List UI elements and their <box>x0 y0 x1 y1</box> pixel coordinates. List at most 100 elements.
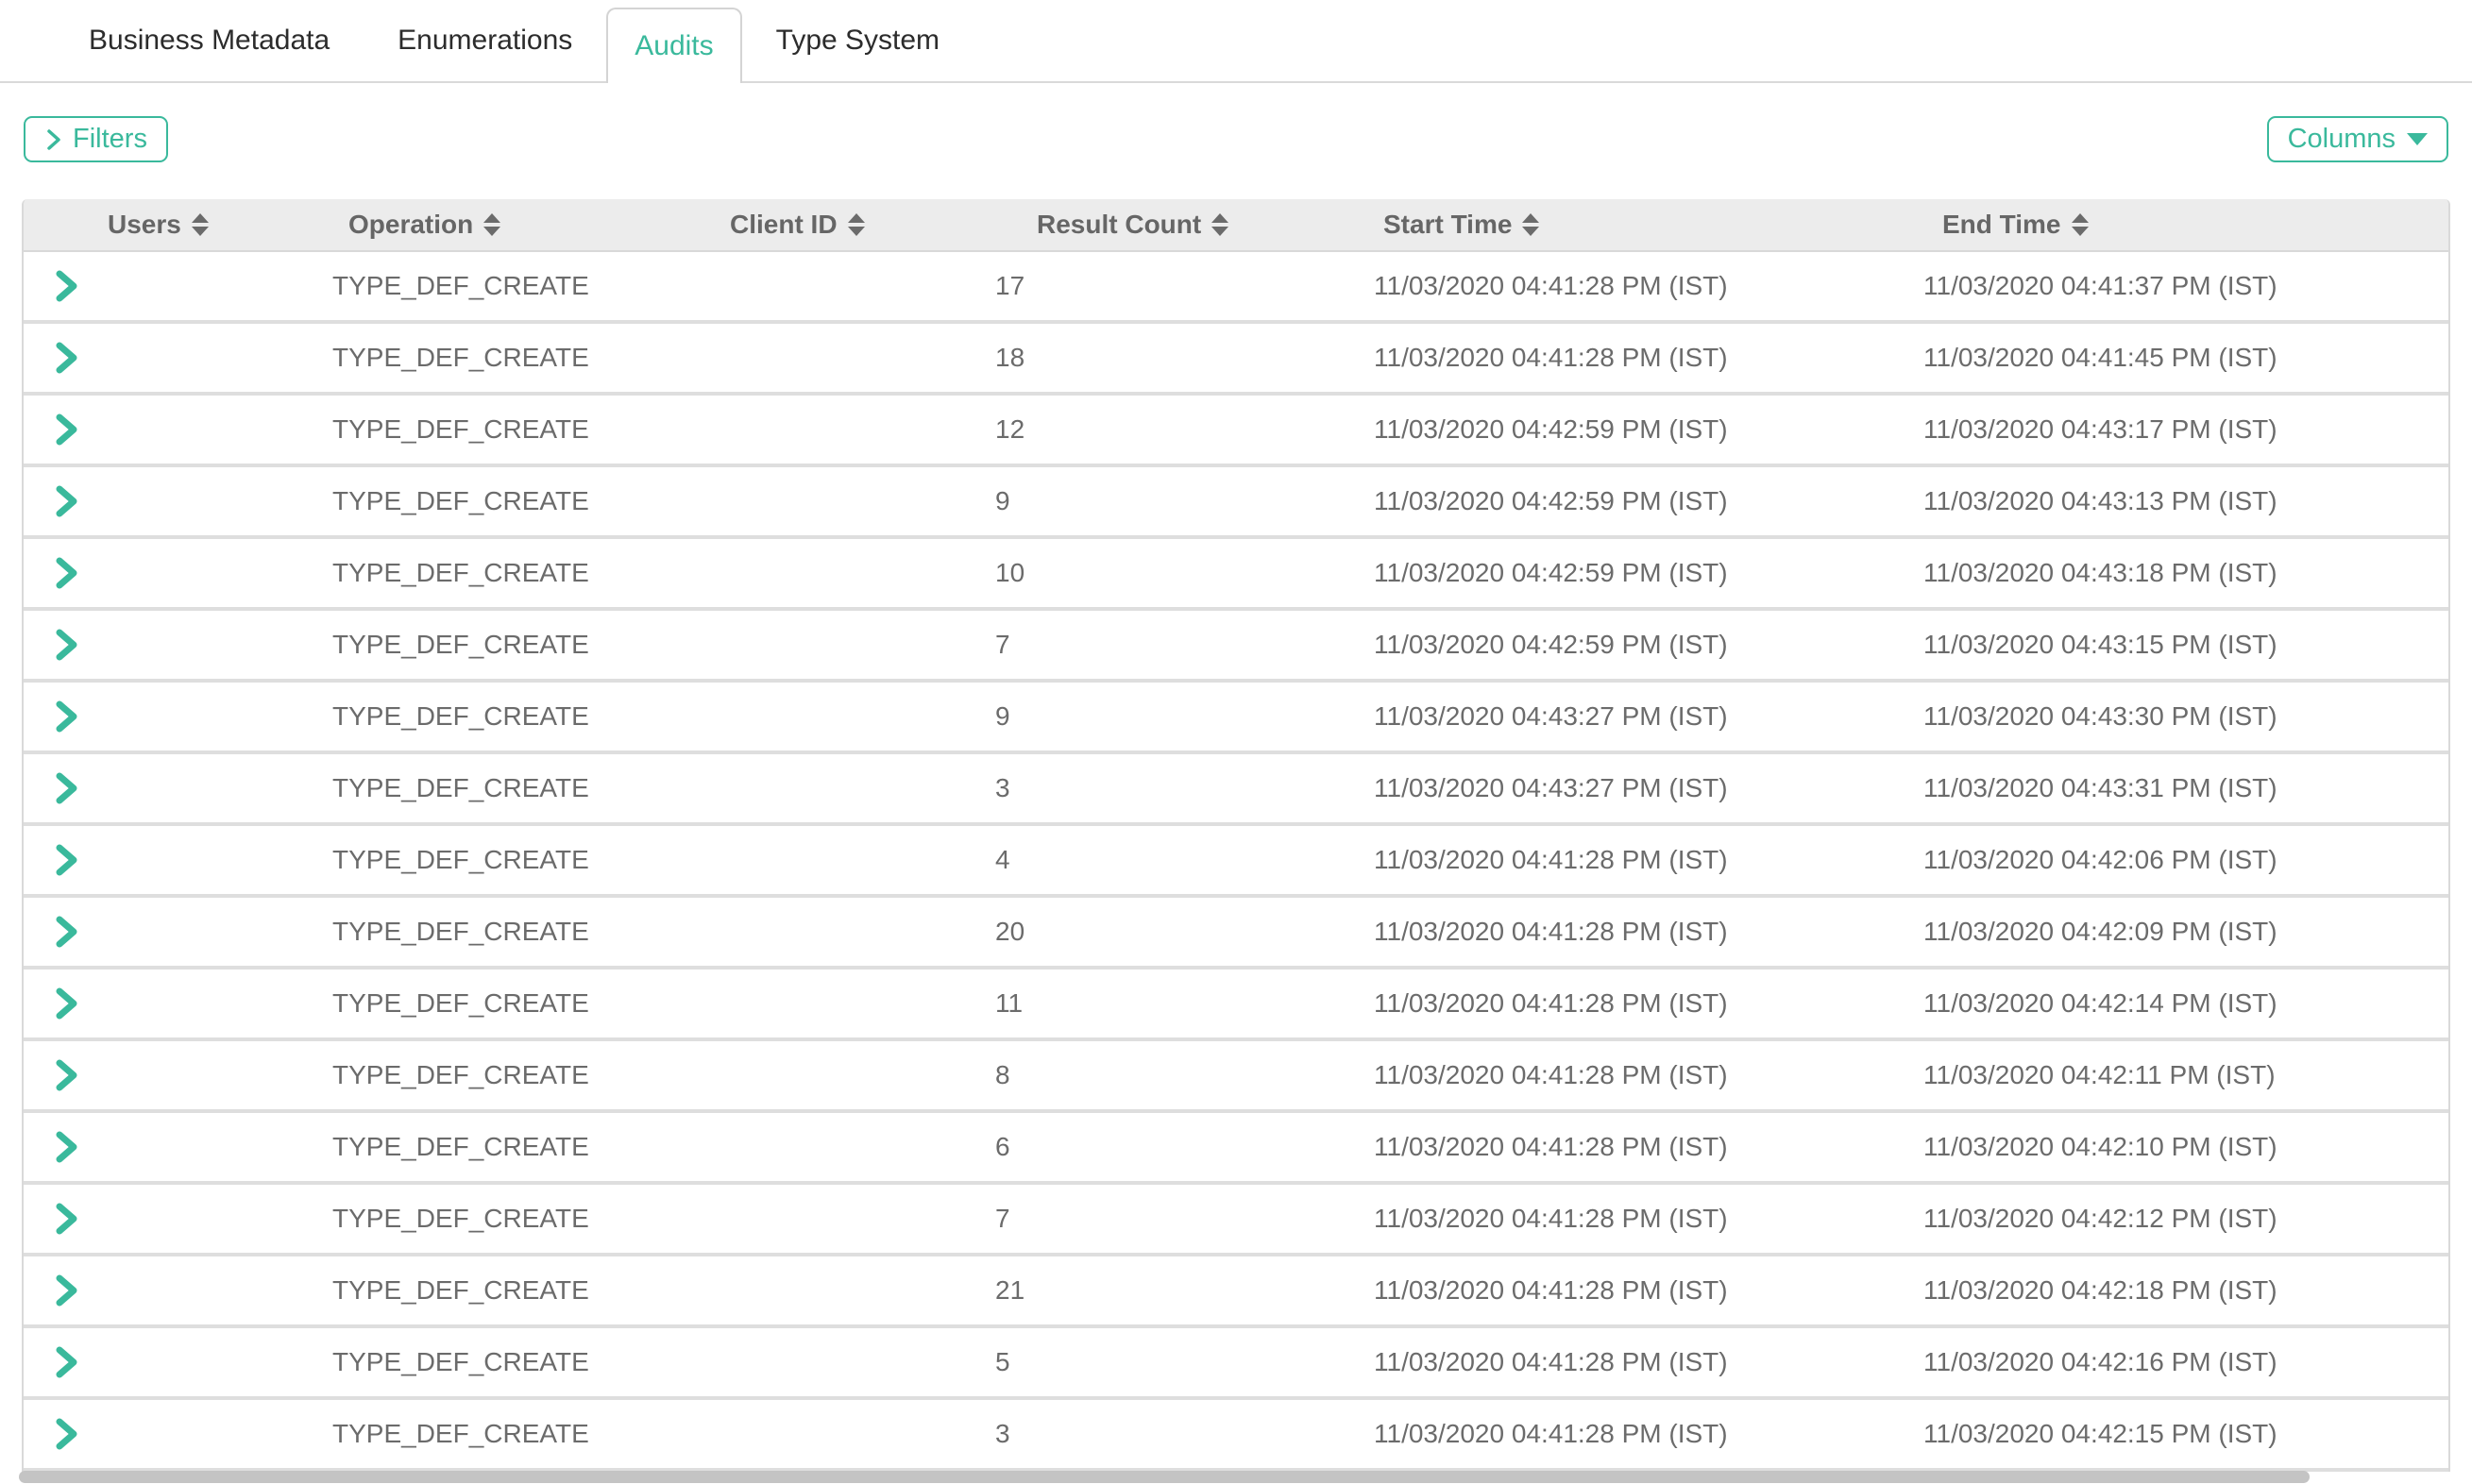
column-header-label: Users <box>108 210 181 240</box>
users-cell <box>24 754 313 822</box>
table-row: TYPE_DEF_CREATE 20 11/03/2020 04:41:28 P… <box>24 898 2448 970</box>
end-time-cell: 11/03/2020 04:42:16 PM (IST) <box>1905 1328 2448 1396</box>
users-cell <box>24 826 313 894</box>
horizontal-scrollbar-thumb[interactable] <box>19 1471 2310 1483</box>
expand-row-button[interactable] <box>52 913 80 951</box>
operation-cell: TYPE_DEF_CREATE <box>313 1400 663 1468</box>
operation-cell: TYPE_DEF_CREATE <box>313 396 663 464</box>
tab-business-metadata[interactable]: Business Metadata <box>55 0 364 81</box>
result-count-cell: 17 <box>974 252 1352 320</box>
client-id-cell <box>663 970 974 1037</box>
expand-row-button[interactable] <box>52 626 80 664</box>
operation-cell: TYPE_DEF_CREATE <box>313 324 663 392</box>
column-header-client-id[interactable]: Client ID <box>663 199 974 250</box>
end-time-cell: 11/03/2020 04:42:10 PM (IST) <box>1905 1113 2448 1181</box>
expand-row-button[interactable] <box>52 1128 80 1166</box>
end-time-cell: 11/03/2020 04:42:11 PM (IST) <box>1905 1041 2448 1109</box>
end-time-cell: 11/03/2020 04:42:14 PM (IST) <box>1905 970 2448 1037</box>
expand-row-button[interactable] <box>52 339 80 377</box>
operation-cell: TYPE_DEF_CREATE <box>313 898 663 966</box>
expand-row-button[interactable] <box>52 554 80 592</box>
end-time-cell: 11/03/2020 04:42:18 PM (IST) <box>1905 1256 2448 1324</box>
users-cell <box>24 539 313 607</box>
result-count-cell: 9 <box>974 467 1352 535</box>
client-id-cell <box>663 1185 974 1253</box>
client-id-cell <box>663 754 974 822</box>
expand-row-button[interactable] <box>52 267 80 305</box>
expand-row-button[interactable] <box>52 411 80 448</box>
caret-down-icon <box>2407 133 2428 145</box>
column-header-operation[interactable]: Operation <box>313 199 663 250</box>
column-header-users[interactable]: Users <box>24 199 313 250</box>
expand-row-button[interactable] <box>52 985 80 1022</box>
tab-audits[interactable]: Audits <box>606 8 741 83</box>
table-row: TYPE_DEF_CREATE 8 11/03/2020 04:41:28 PM… <box>24 1041 2448 1113</box>
users-cell <box>24 467 313 535</box>
expand-row-button[interactable] <box>52 1056 80 1094</box>
tab-enumerations[interactable]: Enumerations <box>364 0 606 81</box>
operation-cell: TYPE_DEF_CREATE <box>313 826 663 894</box>
operation-cell: TYPE_DEF_CREATE <box>313 1328 663 1396</box>
start-time-cell: 11/03/2020 04:42:59 PM (IST) <box>1352 539 1905 607</box>
column-header-start-time[interactable]: Start Time <box>1352 199 1905 250</box>
result-count-cell: 11 <box>974 970 1352 1037</box>
start-time-cell: 11/03/2020 04:42:59 PM (IST) <box>1352 467 1905 535</box>
users-cell <box>24 1328 313 1396</box>
expand-row-button[interactable] <box>52 1415 80 1453</box>
audit-table-header: Users Operation Client ID Result Count S… <box>24 199 2448 252</box>
end-time-cell: 11/03/2020 04:43:15 PM (IST) <box>1905 611 2448 679</box>
users-cell <box>24 898 313 966</box>
result-count-cell: 8 <box>974 1041 1352 1109</box>
end-time-cell: 11/03/2020 04:41:37 PM (IST) <box>1905 252 2448 320</box>
start-time-cell: 11/03/2020 04:41:28 PM (IST) <box>1352 1256 1905 1324</box>
start-time-cell: 11/03/2020 04:43:27 PM (IST) <box>1352 754 1905 822</box>
expand-row-button[interactable] <box>52 1343 80 1381</box>
tab-type-system[interactable]: Type System <box>742 0 974 81</box>
end-time-cell: 11/03/2020 04:43:13 PM (IST) <box>1905 467 2448 535</box>
tab-bar: Business Metadata Enumerations Audits Ty… <box>0 0 2472 83</box>
result-count-cell: 21 <box>974 1256 1352 1324</box>
users-cell <box>24 252 313 320</box>
table-row: TYPE_DEF_CREATE 6 11/03/2020 04:41:28 PM… <box>24 1113 2448 1185</box>
column-header-end-time[interactable]: End Time <box>1905 199 2448 250</box>
table-row: TYPE_DEF_CREATE 7 11/03/2020 04:42:59 PM… <box>24 611 2448 683</box>
users-cell <box>24 324 313 392</box>
expand-row-button[interactable] <box>52 841 80 879</box>
table-row: TYPE_DEF_CREATE 7 11/03/2020 04:41:28 PM… <box>24 1185 2448 1256</box>
filters-button[interactable]: Filters <box>24 116 168 162</box>
column-header-label: Start Time <box>1383 210 1512 240</box>
end-time-cell: 11/03/2020 04:43:18 PM (IST) <box>1905 539 2448 607</box>
table-row: TYPE_DEF_CREATE 9 11/03/2020 04:43:27 PM… <box>24 683 2448 754</box>
client-id-cell <box>663 324 974 392</box>
end-time-cell: 11/03/2020 04:41:45 PM (IST) <box>1905 324 2448 392</box>
filters-button-label: Filters <box>73 124 147 155</box>
audits-page: Business Metadata Enumerations Audits Ty… <box>0 0 2472 1484</box>
expand-row-button[interactable] <box>52 1200 80 1238</box>
start-time-cell: 11/03/2020 04:41:28 PM (IST) <box>1352 1185 1905 1253</box>
toolbar: Filters Columns <box>0 116 2472 162</box>
table-row: TYPE_DEF_CREATE 3 11/03/2020 04:41:28 PM… <box>24 1400 2448 1472</box>
sort-icon <box>1211 213 1228 236</box>
columns-button[interactable]: Columns <box>2267 116 2448 162</box>
operation-cell: TYPE_DEF_CREATE <box>313 683 663 750</box>
operation-cell: TYPE_DEF_CREATE <box>313 611 663 679</box>
users-cell <box>24 1256 313 1324</box>
operation-cell: TYPE_DEF_CREATE <box>313 539 663 607</box>
result-count-cell: 9 <box>974 683 1352 750</box>
expand-row-button[interactable] <box>52 482 80 520</box>
result-count-cell: 18 <box>974 324 1352 392</box>
expand-row-button[interactable] <box>52 1272 80 1309</box>
expand-row-button[interactable] <box>52 698 80 735</box>
client-id-cell <box>663 252 974 320</box>
start-time-cell: 11/03/2020 04:42:59 PM (IST) <box>1352 611 1905 679</box>
result-count-cell: 10 <box>974 539 1352 607</box>
result-count-cell: 6 <box>974 1113 1352 1181</box>
expand-row-button[interactable] <box>52 769 80 807</box>
sort-icon <box>848 213 865 236</box>
start-time-cell: 11/03/2020 04:41:28 PM (IST) <box>1352 970 1905 1037</box>
result-count-cell: 3 <box>974 754 1352 822</box>
client-id-cell <box>663 1328 974 1396</box>
client-id-cell <box>663 683 974 750</box>
column-header-result-count[interactable]: Result Count <box>974 199 1352 250</box>
result-count-cell: 5 <box>974 1328 1352 1396</box>
